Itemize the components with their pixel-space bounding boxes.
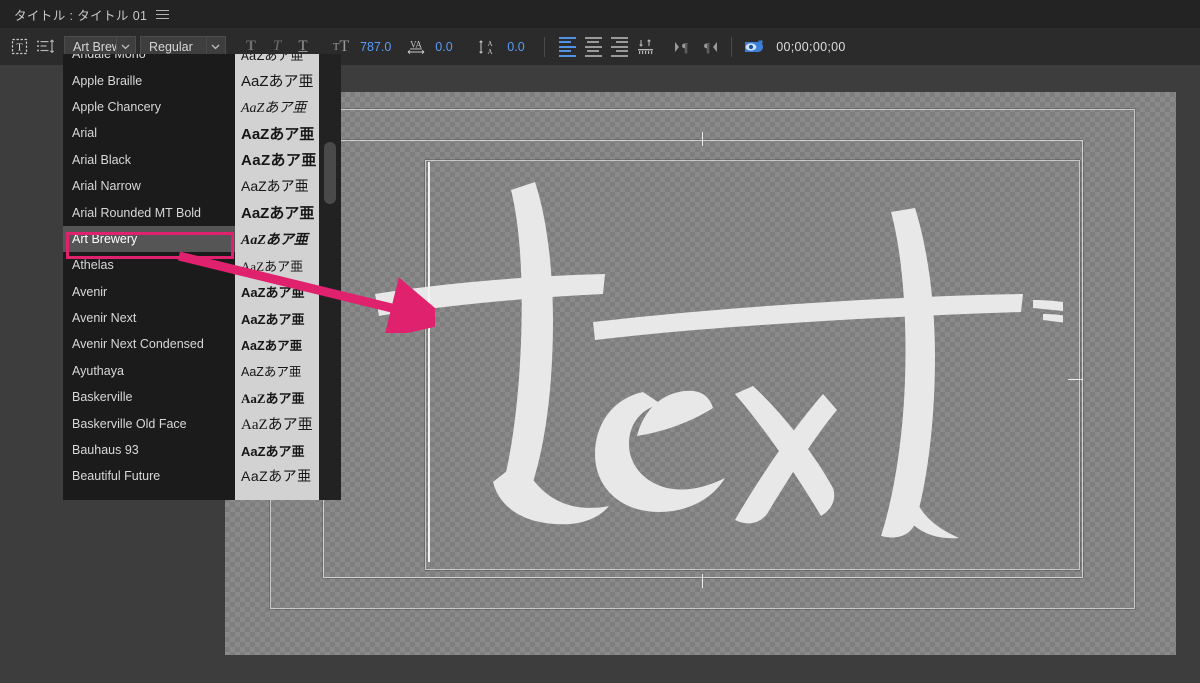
font-list-item[interactable]: Arial Black [63,147,235,173]
svg-text:T: T [16,43,22,54]
font-list-item[interactable]: Bauhaus 93 [63,437,235,463]
font-list-item-label: Athelas [72,258,114,273]
font-list-item[interactable]: Baskerville Old Face [63,410,235,436]
svg-text:A: A [488,48,493,56]
hamburger-icon[interactable] [156,9,170,19]
font-list-item-label: Avenir [72,284,108,299]
timecode-control[interactable]: 00;00;00;00 [741,35,845,59]
paragraph-spacing-icon[interactable] [32,35,58,59]
title-canvas[interactable] [225,92,1176,655]
svg-text:¶: ¶ [682,40,688,55]
text-insertion-caret [428,162,430,562]
svg-text:VA: VA [410,39,422,49]
scrollbar-thumb[interactable] [324,142,336,204]
font-list-item-label: Avenir Next Condensed [72,337,204,352]
tracking-VA-icon: VA [403,35,429,59]
tracking-control[interactable]: VA 0.0 [403,35,463,59]
font-list-item[interactable]: Arial Rounded MT Bold [63,199,235,225]
font-list-item[interactable]: Athelas [63,252,235,278]
leading-A-icon: A A [475,35,501,59]
font-list-item-label: Art Brewery [72,231,138,246]
font-preview-sample: AaZあア亜 [241,285,305,301]
font-preview-sample: AaZあア亜 [241,152,317,170]
font-list-item-label: Avenir Next [72,311,137,326]
font-preview-sample: AaZあア亜 [241,390,305,406]
align-left-icon[interactable] [554,35,580,59]
svg-text:¶: ¶ [704,40,710,55]
font-list-item-label: Baskerville Old Face [72,416,187,431]
tab-stop-icon[interactable] [632,35,658,59]
font-list-item-label: Ayuthaya [72,363,124,378]
font-list-item-label: Bauhaus 93 [72,443,139,458]
font-preview-sample: AaZあア亜 [241,311,305,327]
font-preview-sample: AaZあア亜 [241,178,309,195]
timecode-value[interactable]: 00;00;00;00 [776,40,845,54]
font-list-item[interactable]: Andale Mono [63,54,235,67]
font-list-item[interactable]: Ayuthaya [63,358,235,384]
font-preview-sample: AaZあア亜 [241,54,304,64]
font-list-item-label: Beautiful Future [72,469,161,484]
ltr-paragraph-icon[interactable]: ¶ [670,35,696,59]
font-list-item-label: Arial Black [72,152,132,167]
font-list-item[interactable]: Apple Chancery [63,94,235,120]
font-preview-sample: AaZあア亜 [241,258,304,274]
font-list-item[interactable]: Art Brewery [63,225,235,253]
leading-control[interactable]: A A 0.0 [475,35,535,59]
font-preview-sample: AaZあア亜 [241,232,308,248]
font-name-list[interactable]: Andale Mono Apple Braille Apple Chancery Ar… [63,54,235,500]
tracking-value[interactable]: 0.0 [435,40,463,54]
font-list-item-label: Arial Narrow [72,179,141,194]
svg-text:A: A [488,40,493,48]
font-list-item[interactable]: Avenir [63,279,235,305]
panel-title-bar: タイトル : タイトル 01 [0,0,1200,28]
font-list-item-label: Arial [72,126,98,141]
font-preview-sample: AaZあア亜 [241,205,315,223]
visibility-eye-icon[interactable] [741,35,767,59]
font-list-item[interactable]: Arial Narrow [63,173,235,199]
font-list-item-label: Baskerville [72,390,133,405]
font-style-value: Regular [149,39,193,54]
leading-value[interactable]: 0.0 [507,40,535,54]
font-list-item[interactable]: Beautiful Future [63,463,235,489]
font-preview-sample: AaZあア亜 [241,365,302,380]
font-preview-sample: AaZあア亜 [241,468,312,485]
font-list-item-label: Apple Chancery [72,99,161,114]
text-frame-icon[interactable]: T [6,35,32,59]
font-list-item[interactable]: Apple Braille [63,67,235,93]
font-list-item[interactable]: Avenir Next [63,305,235,331]
panel-tab-title[interactable]: タイトル : タイトル 01 [0,0,183,28]
font-preview-sample: AaZあア亜 [241,443,305,459]
font-family-value: Art Brew… [73,39,116,54]
align-right-icon[interactable] [606,35,632,59]
font-list-item-label: Apple Braille [72,73,143,88]
font-list-scrollbar[interactable] [319,54,341,500]
panel-tab-label: タイトル : タイトル 01 [14,8,148,23]
font-list-item-label: Arial Rounded MT Bold [72,205,202,220]
title-editor-window: タイトル : タイトル 01 T Art Bre Regular T T T T… [0,0,1200,683]
font-preview-sample: AaZあア亜 [241,338,303,353]
font-list-item[interactable]: Arial [63,120,235,146]
font-preview-sample: AaZあア亜 [241,125,315,143]
rtl-paragraph-icon[interactable]: ¶ [696,35,722,59]
align-center-icon[interactable] [580,35,606,59]
font-list-item[interactable]: Avenir Next Condensed [63,331,235,357]
font-preview-sample: AaZあア亜 [241,417,313,434]
font-preview-sample: AaZあア亜 [241,73,314,91]
font-preview-list: AaZあア亜 AaZあア亜 AaZあア亜 AaZあア亜 AaZあア亜 AaZあア亜 AaZあ… [235,54,319,500]
program-monitor[interactable] [225,65,1200,683]
guide-tick-top [702,132,703,146]
font-size-value[interactable]: 787.0 [360,40,391,54]
font-list-item[interactable]: Baskerville [63,384,235,410]
artwork-text[interactable] [343,182,1063,542]
guide-tick-bottom [702,574,703,588]
font-list-item-label: Andale Mono [72,54,146,62]
font-family-dropdown[interactable]: Andale Mono Apple Braille Apple Chancery Ar… [63,54,341,500]
font-preview-sample: AaZあア亜 [241,100,307,116]
